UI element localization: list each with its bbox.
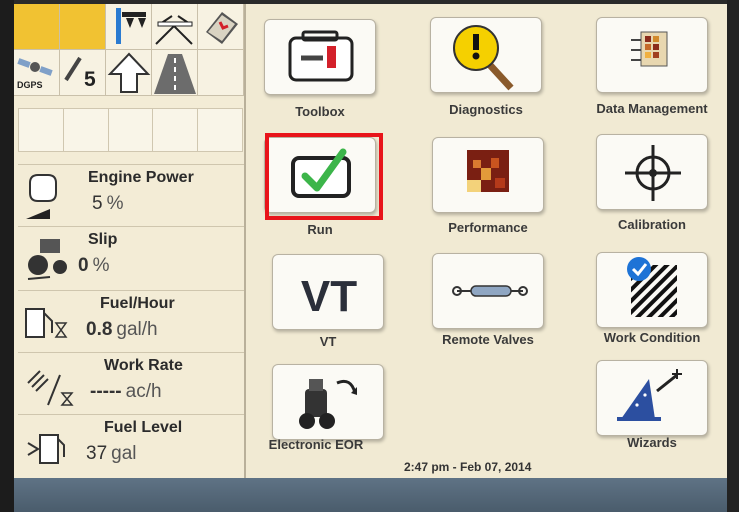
readout-value: ----- ac/h: [90, 381, 162, 403]
calibration-button[interactable]: [596, 134, 708, 210]
tractor-slip-icon: [27, 239, 67, 280]
electronic-eor-button[interactable]: [272, 364, 384, 440]
readout-value: 5%: [92, 193, 123, 215]
readout-value: 0%: [78, 255, 109, 277]
bottom-bar: [14, 478, 727, 512]
softkey-row: [18, 108, 243, 152]
remote-valves-button[interactable]: [432, 253, 544, 329]
readout-title: Slip: [88, 231, 118, 248]
status-cell-gear[interactable]: 5: [60, 50, 106, 96]
wrench-icon: [64, 56, 82, 82]
status-cell-gps[interactable]: DGPS: [14, 50, 60, 96]
readout-title: Work Rate: [104, 357, 183, 374]
vt-button[interactable]: VT: [272, 254, 384, 330]
remote-valves-label: Remote Valves: [442, 332, 534, 347]
readout-slip: Slip 0%: [18, 226, 244, 284]
status-cell-direction[interactable]: [106, 50, 152, 96]
readout-title: Fuel Level: [104, 419, 183, 436]
status-cell-guidance[interactable]: [152, 50, 198, 96]
value-unit: %: [106, 193, 124, 214]
status-cell-empty-2: [60, 4, 106, 50]
readout-title: Fuel/Hour: [100, 295, 175, 312]
work-condition-icon: [627, 257, 677, 317]
readout-value: 0.8 gal/h: [86, 319, 158, 341]
readout-fuel-hour: Fuel/Hour 0.8 gal/h: [18, 290, 244, 348]
left-status-panel: DGPS 5 Engine Power 5 % Slip 0 % Fuel/Ho…: [14, 4, 246, 478]
display-screen: DGPS 5 Engine Power 5 % Slip 0 % Fuel/Ho…: [14, 4, 727, 478]
diagnostics-button[interactable]: [430, 17, 542, 93]
work-condition-button[interactable]: [596, 252, 708, 328]
readout-fuel-level: Fuel Level 37 gal: [18, 414, 244, 472]
readout-value: 37 gal: [86, 443, 137, 465]
toolbox-label: Toolbox: [295, 104, 345, 119]
status-grid: DGPS 5: [14, 4, 246, 96]
work-condition-label: Work Condition: [603, 330, 701, 345]
book-icon: [206, 12, 238, 44]
value-unit: gal: [111, 443, 137, 464]
electronic-eor-icon: [299, 379, 357, 429]
diagnostics-icon: [453, 25, 514, 91]
status-cell-hitch[interactable]: [106, 4, 152, 50]
date-time-display: 2:47 pm - Feb 07, 2014: [404, 460, 532, 474]
toolbox-button[interactable]: [264, 19, 376, 95]
vt-label: VT: [319, 334, 337, 349]
status-cell-empty-3: [198, 50, 244, 96]
value-number: 5: [92, 193, 103, 214]
status-cell-manual[interactable]: [198, 4, 244, 50]
softkey-4[interactable]: [152, 108, 199, 152]
wizards-button[interactable]: [596, 360, 708, 436]
data-management-icon: [631, 31, 668, 67]
value-number: 37: [86, 443, 108, 464]
value-unit: gal/h: [116, 319, 158, 340]
fuel-pump-hourglass-icon: [25, 308, 68, 338]
vt-glyph: VT: [301, 272, 357, 321]
value-number: 0.8: [86, 319, 113, 340]
performance-icon: [467, 150, 509, 192]
softkey-5[interactable]: [197, 108, 243, 152]
value-unit: ac/h: [125, 381, 162, 402]
implement-icon: [155, 15, 193, 45]
value-unit: %: [92, 255, 110, 276]
toolbox-icon: [288, 30, 354, 82]
performance-label: Performance: [448, 220, 528, 235]
softkey-2[interactable]: [62, 108, 109, 152]
work-rate-icon: [27, 370, 74, 406]
status-cell-empty-1: [14, 4, 60, 50]
status-cell-implement[interactable]: [152, 4, 198, 50]
performance-button[interactable]: [432, 137, 544, 213]
run-selection-highlight: [265, 133, 383, 220]
engine-power-icon: [26, 174, 57, 219]
diagnostics-label: Diagnostics: [449, 102, 523, 117]
electronic-eor-label: Electronic EOR: [268, 437, 364, 452]
wizard-hat-icon: [617, 369, 682, 421]
wizards-label: Wizards: [627, 435, 677, 450]
value-number: 0: [78, 255, 89, 276]
data-management-button[interactable]: [596, 17, 708, 93]
readout-work-rate: Work Rate ----- ac/h: [18, 352, 244, 410]
softkey-1[interactable]: [18, 108, 64, 152]
dgps-label: DGPS: [17, 80, 43, 90]
softkey-3[interactable]: [107, 108, 154, 152]
fuel-level-icon: [27, 434, 65, 464]
remote-valves-icon: [452, 285, 528, 297]
vt-icon: VT: [301, 272, 357, 321]
bezel-left: [0, 0, 14, 512]
hitch-icon: [116, 8, 146, 44]
gear-number: 5: [84, 68, 96, 91]
road-guidance-icon: [154, 54, 196, 94]
data-management-label: Data Management: [596, 101, 708, 116]
run-label: Run: [307, 222, 333, 237]
readout-title: Engine Power: [88, 169, 194, 186]
value-number: -----: [90, 381, 122, 402]
calibration-icon: [625, 145, 681, 201]
calibration-label: Calibration: [618, 217, 686, 232]
arrow-up-icon: [107, 52, 151, 93]
readout-engine-power: Engine Power 5%: [18, 164, 244, 222]
